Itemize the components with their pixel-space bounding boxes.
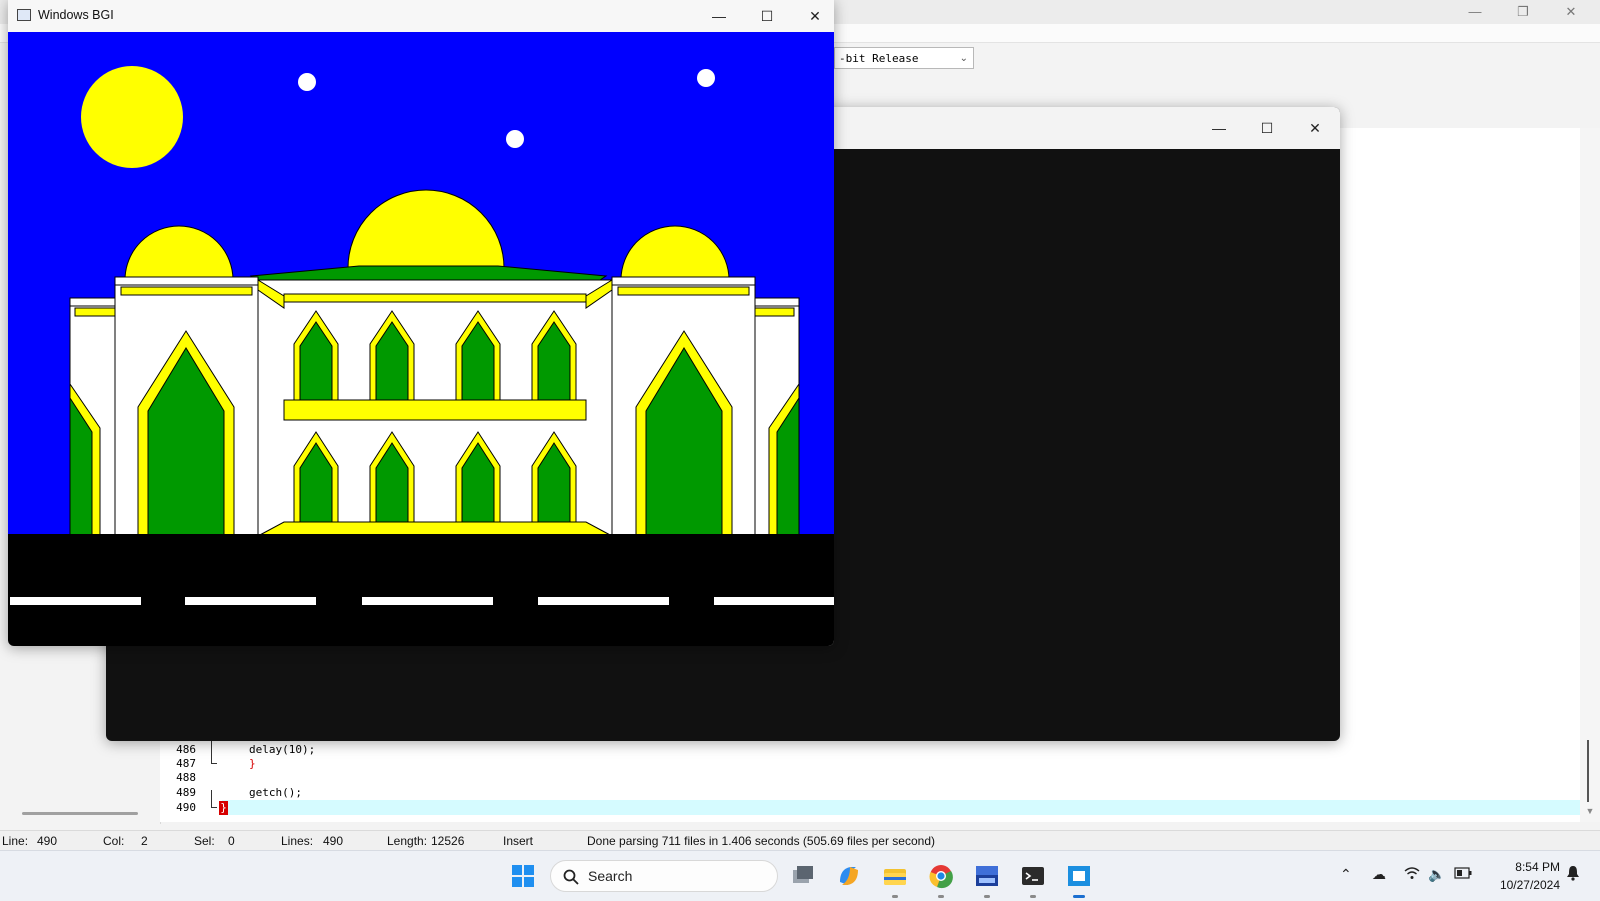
chevron-up-icon[interactable]: ⌃	[1340, 866, 1352, 883]
status-sel-label: Sel:	[194, 834, 215, 848]
code-line: getch();	[249, 786, 302, 799]
bgi-window-title: Windows BGI	[38, 8, 114, 22]
battery-icon[interactable]	[1454, 866, 1472, 882]
current-line-highlight	[222, 800, 1580, 815]
code-line: delay(10);	[249, 743, 316, 756]
active-indicator	[1073, 895, 1085, 898]
line-number: 489	[176, 786, 196, 799]
running-indicator	[938, 895, 944, 898]
search-box[interactable]: Search	[550, 860, 778, 892]
cloud-off-icon[interactable]: ☁	[1372, 866, 1386, 883]
chevron-down-icon: ⌄	[959, 53, 968, 64]
notification-bell-icon[interactable]	[1566, 865, 1580, 884]
line-number: 486	[176, 743, 196, 756]
editor-scrollbar-thumb[interactable]	[1587, 740, 1589, 802]
status-line-value: 490	[37, 834, 58, 848]
fold-line	[211, 790, 212, 808]
scroll-down-arrow-icon[interactable]: ▼	[1582, 806, 1598, 816]
console-close-button[interactable]: ✕	[1292, 113, 1338, 143]
status-length-value: 12526	[431, 834, 465, 848]
terminal-icon[interactable]	[1020, 863, 1046, 889]
ide-close-button[interactable]: ✕	[1548, 2, 1594, 22]
windows-start-icon[interactable]	[510, 863, 536, 889]
ide-restore-button[interactable]: ❐	[1500, 2, 1546, 22]
star	[298, 73, 316, 91]
file-explorer-icon[interactable]	[882, 863, 908, 889]
running-indicator	[984, 895, 990, 898]
bgi-maximize-button[interactable]: ☐	[744, 1, 790, 31]
mosque-drawing	[8, 32, 834, 646]
volume-icon[interactable]: 🔈	[1428, 866, 1445, 883]
console-minimize-button[interactable]: —	[1196, 113, 1242, 143]
build-config-value: -bit Release	[839, 52, 919, 65]
status-line-label: Line:	[2, 834, 29, 848]
bgi-app-icon[interactable]	[1066, 863, 1092, 889]
fold-end-marker	[211, 763, 217, 764]
bgi-window[interactable]: Windows BGI — ☐ ✕	[8, 0, 834, 646]
running-indicator	[892, 895, 898, 898]
dev-cpp-icon[interactable]	[974, 863, 1000, 889]
line-number: 490	[176, 801, 196, 814]
status-col-label: Col:	[103, 834, 125, 848]
running-indicator	[1030, 895, 1036, 898]
ide-minimize-button[interactable]: —	[1452, 2, 1498, 22]
status-col-value: 2	[141, 834, 148, 848]
status-mode: Insert	[503, 834, 534, 848]
task-view-icon[interactable]	[790, 863, 816, 889]
console-maximize-button[interactable]: ☐	[1244, 113, 1290, 143]
bgi-minimize-button[interactable]: —	[696, 1, 742, 31]
search-label: Search	[588, 868, 633, 884]
taskbar: Search ⌃ ☁ 🔈 8:54 PM 10/27/2024	[0, 850, 1600, 901]
matched-brace: }	[219, 801, 228, 815]
line-number: 487	[176, 757, 196, 770]
status-lines-label: Lines:	[281, 834, 314, 848]
sun	[81, 66, 183, 168]
editor-scrollbar[interactable]	[1580, 128, 1600, 822]
project-pane-scrollbar[interactable]	[22, 812, 138, 815]
status-message: Done parsing 711 files in 1.406 seconds …	[587, 834, 935, 848]
wifi-icon[interactable]	[1404, 866, 1420, 883]
line-number: 488	[176, 771, 196, 784]
status-length-label: Length:	[387, 834, 428, 848]
search-icon	[563, 869, 579, 885]
copilot-icon[interactable]	[836, 863, 862, 889]
fold-line	[211, 740, 212, 764]
bgi-titlebar[interactable]: Windows BGI — ☐ ✕	[8, 0, 834, 32]
code-line: }	[249, 757, 256, 770]
star	[697, 69, 715, 87]
status-bar: Line: 490 Col: 2 Sel: 0 Lines: 490 Lengt…	[0, 830, 1600, 851]
road	[8, 534, 834, 646]
status-lines-value: 490	[323, 834, 344, 848]
clock-time[interactable]: 8:54 PM	[1482, 860, 1560, 874]
bgi-close-button[interactable]: ✕	[792, 1, 834, 31]
status-sel-value: 0	[228, 834, 235, 848]
star	[506, 130, 524, 148]
fold-end-marker	[211, 807, 217, 808]
build-config-select[interactable]: -bit Release ⌄	[834, 47, 974, 69]
window-app-icon	[17, 9, 31, 21]
chrome-icon[interactable]	[928, 863, 954, 889]
clock-date[interactable]: 10/27/2024	[1482, 878, 1560, 892]
